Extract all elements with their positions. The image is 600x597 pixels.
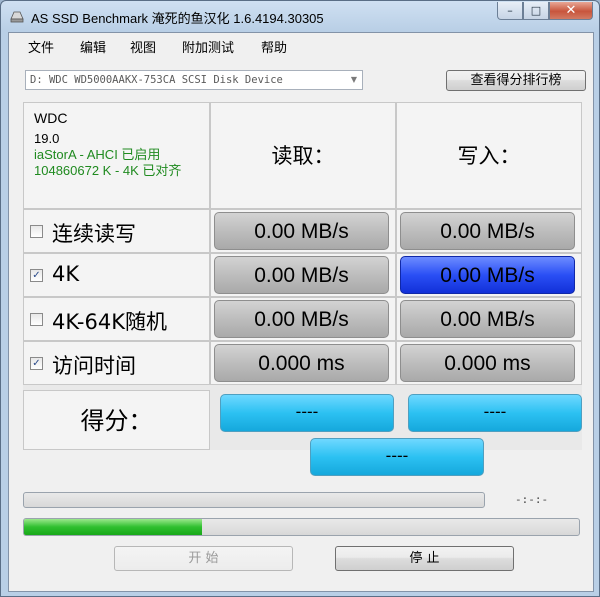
device-firmware: 19.0 [34,131,60,146]
menu-extra-tests[interactable]: 附加测试 [182,37,234,56]
close-button[interactable]: ✕ [549,2,593,20]
score-label: 得分： [23,390,210,450]
seq-label: 连续读写 [52,222,136,246]
4k-label: 4K [52,262,80,286]
menu-help[interactable]: 帮助 [261,37,287,56]
device-dropdown[interactable]: D: WDC WD5000AAKX-753CA SCSI Disk Device… [25,70,363,90]
4k-read-cell: 0.00 MB/s [210,253,396,297]
drive-icon [10,11,24,23]
overall-progress-bar [23,492,485,508]
menu-view[interactable]: 视图 [130,37,156,56]
maximize-icon: □ [530,4,542,17]
menu-file[interactable]: 文件 [28,37,54,56]
menu-bar: 文件 编辑 视图 附加测试 帮助 [9,33,593,56]
read-score: ---- [220,394,394,432]
4k64-label: 4K-64K随机 [52,310,167,334]
elapsed-time: -:-:- [515,493,549,506]
access-checkbox[interactable]: ✓ [30,357,43,370]
test-progress-fill [24,519,202,535]
4k64-checkbox[interactable] [30,313,43,326]
seq-read-cell: 0.00 MB/s [210,209,396,253]
read-header: 读取： [210,102,396,209]
minimize-button[interactable]: – [497,2,523,20]
window-title: AS SSD Benchmark 淹死的鱼汉化 1.6.4194.30305 [31,11,324,26]
caption-buttons: – □ ✕ [497,2,593,22]
test-row-4k: ✓ 4K [23,253,210,297]
title-bar[interactable]: AS SSD Benchmark 淹死的鱼汉化 1.6.4194.30305 –… [1,1,599,32]
4k-checkbox[interactable]: ✓ [30,269,43,282]
menu-edit[interactable]: 编辑 [80,37,106,56]
access-read-value: 0.000 ms [214,344,389,382]
ranking-button[interactable]: 查看得分排行榜 [446,70,586,91]
4k64-read-value: 0.00 MB/s [214,300,389,338]
stop-button[interactable]: 停 止 [335,546,514,571]
start-button[interactable]: 开 始 [114,546,293,571]
device-dropdown-value: D: WDC WD5000AAKX-753CA SCSI Disk Device [30,74,283,86]
access-write-value: 0.000 ms [400,344,575,382]
seq-read-value: 0.00 MB/s [214,212,389,250]
total-score: ---- [310,438,484,476]
4k-write-value: 0.00 MB/s [400,256,575,294]
close-icon: ✕ [565,3,577,18]
minimize-icon: – [507,4,513,17]
device-info: WDC 19.0 iaStorA - AHCI 已启用 104860672 K … [23,102,210,209]
seq-write-cell: 0.00 MB/s [396,209,582,253]
access-label: 访问时间 [52,354,136,378]
4k-read-value: 0.00 MB/s [214,256,389,294]
test-progress-bar [23,518,580,536]
main-panel: 文件 编辑 视图 附加测试 帮助 D: WDC WD5000AAKX-753CA… [8,32,594,592]
4k64-write-value: 0.00 MB/s [400,300,575,338]
alignment-status: 104860672 K - 4K 已对齐 [34,163,182,178]
access-read-cell: 0.000 ms [210,341,396,385]
test-row-seq: 连续读写 [23,209,210,253]
device-model: WDC [34,110,68,126]
test-row-access: ✓ 访问时间 [23,341,210,385]
write-score: ---- [408,394,582,432]
chevron-down-icon[interactable]: ▼ [346,71,362,89]
driver-status: iaStorA - AHCI 已启用 [34,147,161,162]
results-grid: WDC 19.0 iaStorA - AHCI 已启用 104860672 K … [23,102,582,450]
seq-write-value: 0.00 MB/s [400,212,575,250]
seq-checkbox[interactable] [30,225,43,238]
maximize-button[interactable]: □ [523,2,549,20]
app-window: AS SSD Benchmark 淹死的鱼汉化 1.6.4194.30305 –… [0,0,600,597]
4k64-read-cell: 0.00 MB/s [210,297,396,341]
4k64-write-cell: 0.00 MB/s [396,297,582,341]
access-write-cell: 0.000 ms [396,341,582,385]
4k-write-cell: 0.00 MB/s [396,253,582,297]
test-row-4k64: 4K-64K随机 [23,297,210,341]
write-header: 写入： [396,102,582,209]
